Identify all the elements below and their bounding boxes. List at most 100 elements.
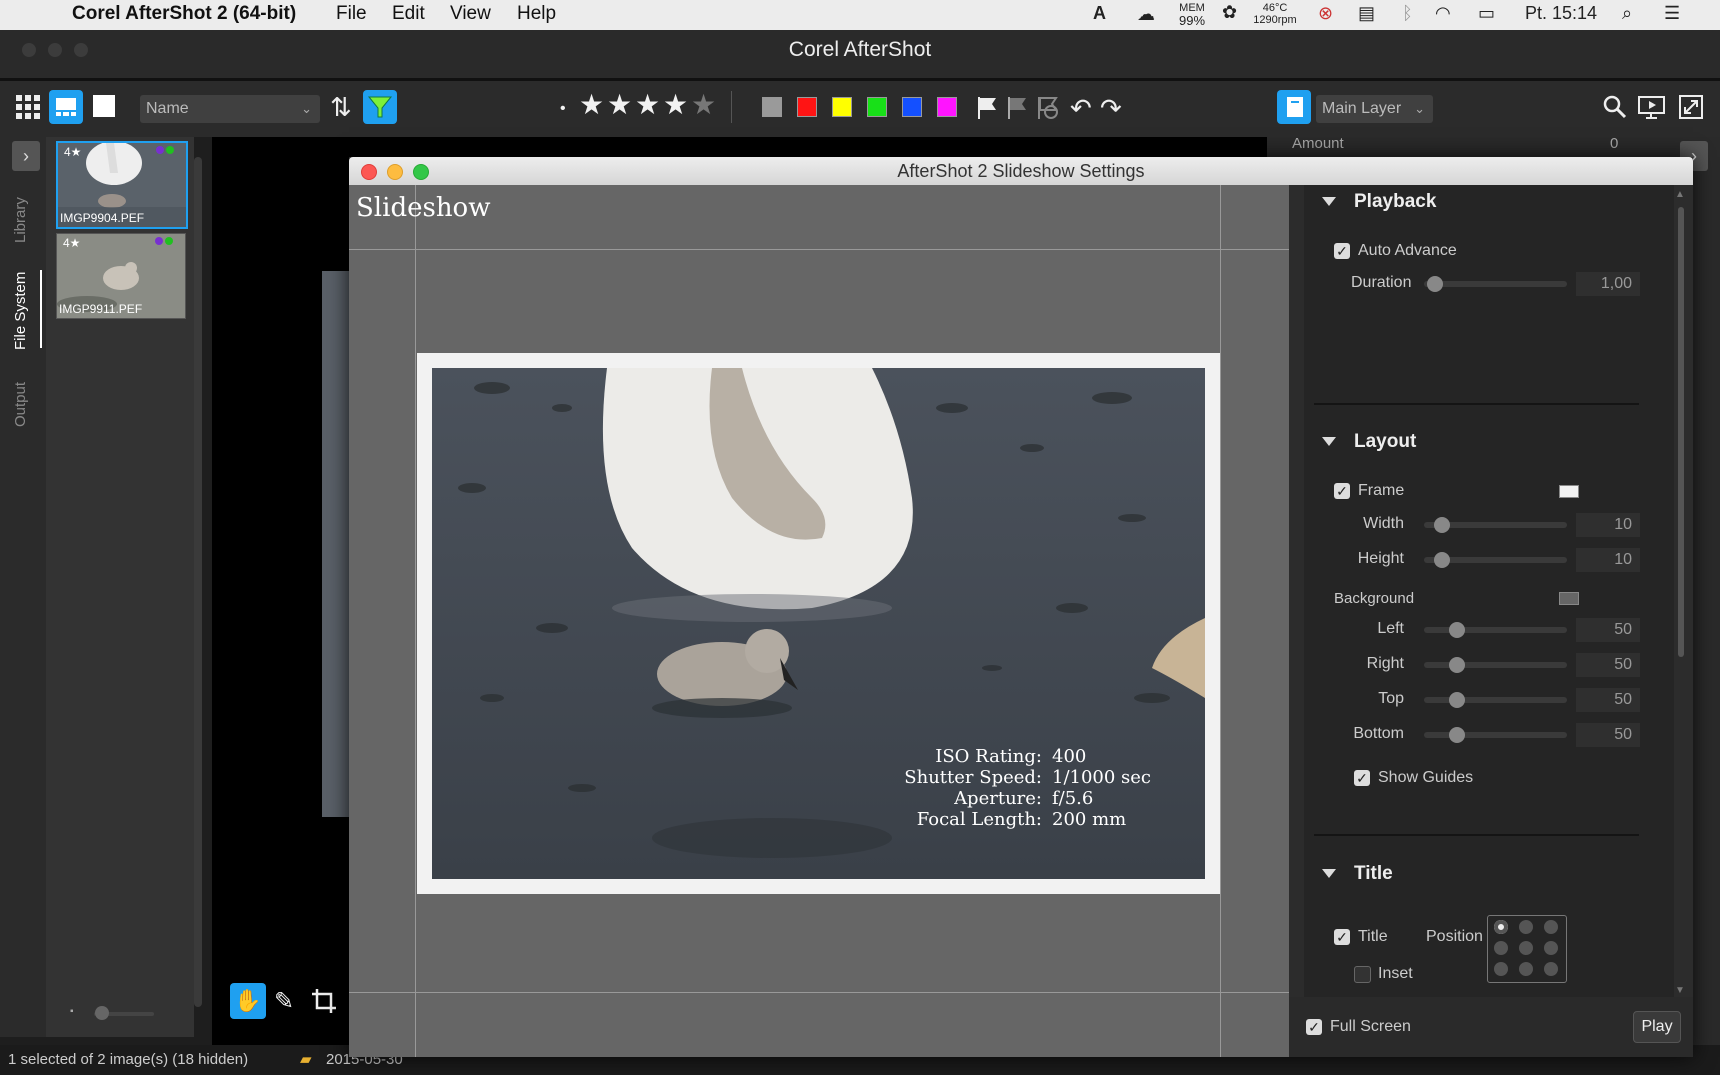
undo-icon[interactable]: ↶ bbox=[1070, 94, 1092, 122]
battery-meter-icon[interactable]: ▤ bbox=[1358, 3, 1375, 24]
frame-color-swatch[interactable] bbox=[1559, 485, 1579, 498]
position-middle-left[interactable] bbox=[1494, 941, 1508, 955]
auto-advance-checkbox[interactable]: ✓ bbox=[1334, 243, 1350, 259]
battery-icon[interactable]: ▭ bbox=[1478, 3, 1495, 24]
width-slider-knob[interactable] bbox=[1434, 517, 1451, 533]
fan-icon[interactable]: ✿ bbox=[1222, 2, 1237, 23]
fullscreen-icon[interactable] bbox=[1679, 95, 1703, 119]
app-menu[interactable]: Corel AfterShot 2 (64-bit) bbox=[72, 3, 296, 25]
position-top-left[interactable] bbox=[1494, 920, 1508, 934]
position-bottom-center[interactable] bbox=[1519, 962, 1533, 976]
tab-file-system[interactable]: File System bbox=[12, 272, 29, 350]
inset-checkbox[interactable] bbox=[1354, 966, 1371, 983]
adobe-icon[interactable]: A bbox=[1093, 3, 1106, 24]
height-slider-knob[interactable] bbox=[1434, 552, 1451, 568]
duration-slider-knob[interactable] bbox=[1427, 276, 1444, 292]
duration-slider[interactable] bbox=[1424, 281, 1567, 287]
color-label-swatch[interactable] bbox=[937, 97, 957, 117]
top-slider[interactable] bbox=[1424, 697, 1567, 703]
position-middle-right[interactable] bbox=[1544, 941, 1558, 955]
scroll-down-icon[interactable]: ▼ bbox=[1675, 985, 1685, 996]
color-label-swatch[interactable] bbox=[797, 97, 817, 117]
bottom-slider[interactable] bbox=[1424, 732, 1567, 738]
section-layout-header[interactable]: Layout bbox=[1322, 431, 1416, 453]
frame-checkbox[interactable]: ✓ bbox=[1334, 483, 1350, 499]
menu-help[interactable]: Help bbox=[517, 3, 556, 25]
thumbnail-2[interactable]: 4★ IMGP9911.PEF bbox=[56, 233, 186, 319]
section-playback-header[interactable]: Playback bbox=[1322, 191, 1436, 213]
flag-pick-icon[interactable] bbox=[976, 95, 1000, 121]
duration-value[interactable]: 1,00 bbox=[1576, 272, 1640, 296]
position-bottom-right[interactable] bbox=[1544, 962, 1558, 976]
position-middle-center[interactable] bbox=[1519, 941, 1533, 955]
notification-center-icon[interactable]: ☰ bbox=[1664, 3, 1680, 24]
menu-edit[interactable]: Edit bbox=[392, 3, 425, 25]
play-button[interactable]: Play bbox=[1633, 1011, 1681, 1043]
menu-view[interactable]: View bbox=[450, 3, 491, 25]
rating-star-2[interactable]: ★ bbox=[607, 91, 632, 119]
rating-star-1[interactable]: ★ bbox=[579, 91, 604, 119]
layer-select[interactable]: Main Layer ⌄ bbox=[1316, 95, 1433, 123]
single-view-icon[interactable] bbox=[93, 95, 115, 117]
right-value[interactable]: 50 bbox=[1576, 653, 1640, 677]
expand-left-panel-button[interactable]: › bbox=[12, 141, 40, 171]
left-value[interactable]: 50 bbox=[1576, 618, 1640, 642]
eyedropper-icon[interactable]: ✎ bbox=[274, 987, 294, 1016]
color-label-swatch[interactable] bbox=[832, 97, 852, 117]
height-value[interactable]: 10 bbox=[1576, 548, 1640, 572]
left-slider[interactable] bbox=[1424, 627, 1567, 633]
width-label: Width bbox=[1363, 515, 1404, 532]
menu-file[interactable]: File bbox=[336, 3, 367, 25]
rating-star-4[interactable]: ★ bbox=[663, 91, 688, 119]
bottom-value[interactable]: 50 bbox=[1576, 723, 1640, 747]
tab-library[interactable]: Library bbox=[12, 197, 29, 243]
top-label: Top bbox=[1378, 690, 1404, 707]
settings-scrollbar[interactable] bbox=[1678, 207, 1684, 657]
filmstrip-view-button[interactable] bbox=[49, 90, 83, 124]
bluetooth-icon[interactable]: ᛒ bbox=[1402, 3, 1413, 24]
position-top-right[interactable] bbox=[1544, 920, 1558, 934]
filter-button[interactable] bbox=[363, 90, 397, 124]
title-checkbox[interactable]: ✓ bbox=[1334, 929, 1350, 945]
bottom-slider-knob[interactable] bbox=[1448, 727, 1465, 743]
search-icon[interactable] bbox=[1603, 95, 1627, 119]
wifi-icon[interactable]: ◠ bbox=[1435, 3, 1451, 24]
color-label-swatch[interactable] bbox=[762, 97, 782, 117]
color-label-swatch[interactable] bbox=[902, 97, 922, 117]
position-top-center[interactable] bbox=[1519, 920, 1533, 934]
right-slider-knob[interactable] bbox=[1448, 657, 1465, 673]
rating-star-5[interactable]: ★ bbox=[691, 91, 716, 119]
thumbnail-size-knob[interactable] bbox=[95, 1006, 109, 1020]
rating-star-3[interactable]: ★ bbox=[635, 91, 660, 119]
creative-cloud-icon[interactable]: ☁ bbox=[1137, 4, 1155, 25]
full-screen-checkbox[interactable]: ✓ bbox=[1306, 1019, 1322, 1035]
background-color-swatch[interactable] bbox=[1559, 592, 1579, 605]
sort-select[interactable]: Name ⌄ bbox=[140, 95, 320, 123]
section-title-header[interactable]: Title bbox=[1322, 863, 1393, 885]
position-bottom-left[interactable] bbox=[1494, 962, 1508, 976]
presentation-icon[interactable] bbox=[1638, 95, 1666, 119]
redo-icon[interactable]: ↷ bbox=[1100, 94, 1122, 122]
filmstrip-scrollbar[interactable] bbox=[194, 157, 202, 1007]
clear-rating-dot[interactable]: • bbox=[560, 95, 566, 123]
flag-reject-icon[interactable] bbox=[1006, 95, 1030, 121]
hand-tool-button[interactable]: ✋ bbox=[230, 983, 266, 1019]
thumbnail-1[interactable]: 4★ IMGP9904.PEF bbox=[56, 141, 188, 229]
left-slider-knob[interactable] bbox=[1448, 622, 1465, 638]
top-value[interactable]: 50 bbox=[1576, 688, 1640, 712]
scroll-up-icon[interactable]: ▲ bbox=[1675, 189, 1685, 200]
width-value[interactable]: 10 bbox=[1576, 513, 1640, 537]
layers-button[interactable] bbox=[1277, 90, 1311, 124]
right-slider[interactable] bbox=[1424, 662, 1567, 668]
show-guides-checkbox[interactable]: ✓ bbox=[1354, 770, 1370, 786]
flag-clear-icon[interactable] bbox=[1036, 95, 1060, 121]
crop-icon[interactable] bbox=[311, 988, 337, 1014]
sort-order-icon[interactable]: ⇅ bbox=[330, 93, 352, 121]
top-slider-knob[interactable] bbox=[1448, 692, 1465, 708]
grid-view-icon[interactable] bbox=[16, 95, 40, 119]
spotlight-icon[interactable]: ⌕ bbox=[1622, 3, 1632, 24]
clock[interactable]: Pt. 15:14 bbox=[1525, 3, 1597, 24]
disk-warning-icon[interactable]: ⊗ bbox=[1318, 3, 1333, 24]
color-label-swatch[interactable] bbox=[867, 97, 887, 117]
tab-output[interactable]: Output bbox=[12, 382, 29, 427]
